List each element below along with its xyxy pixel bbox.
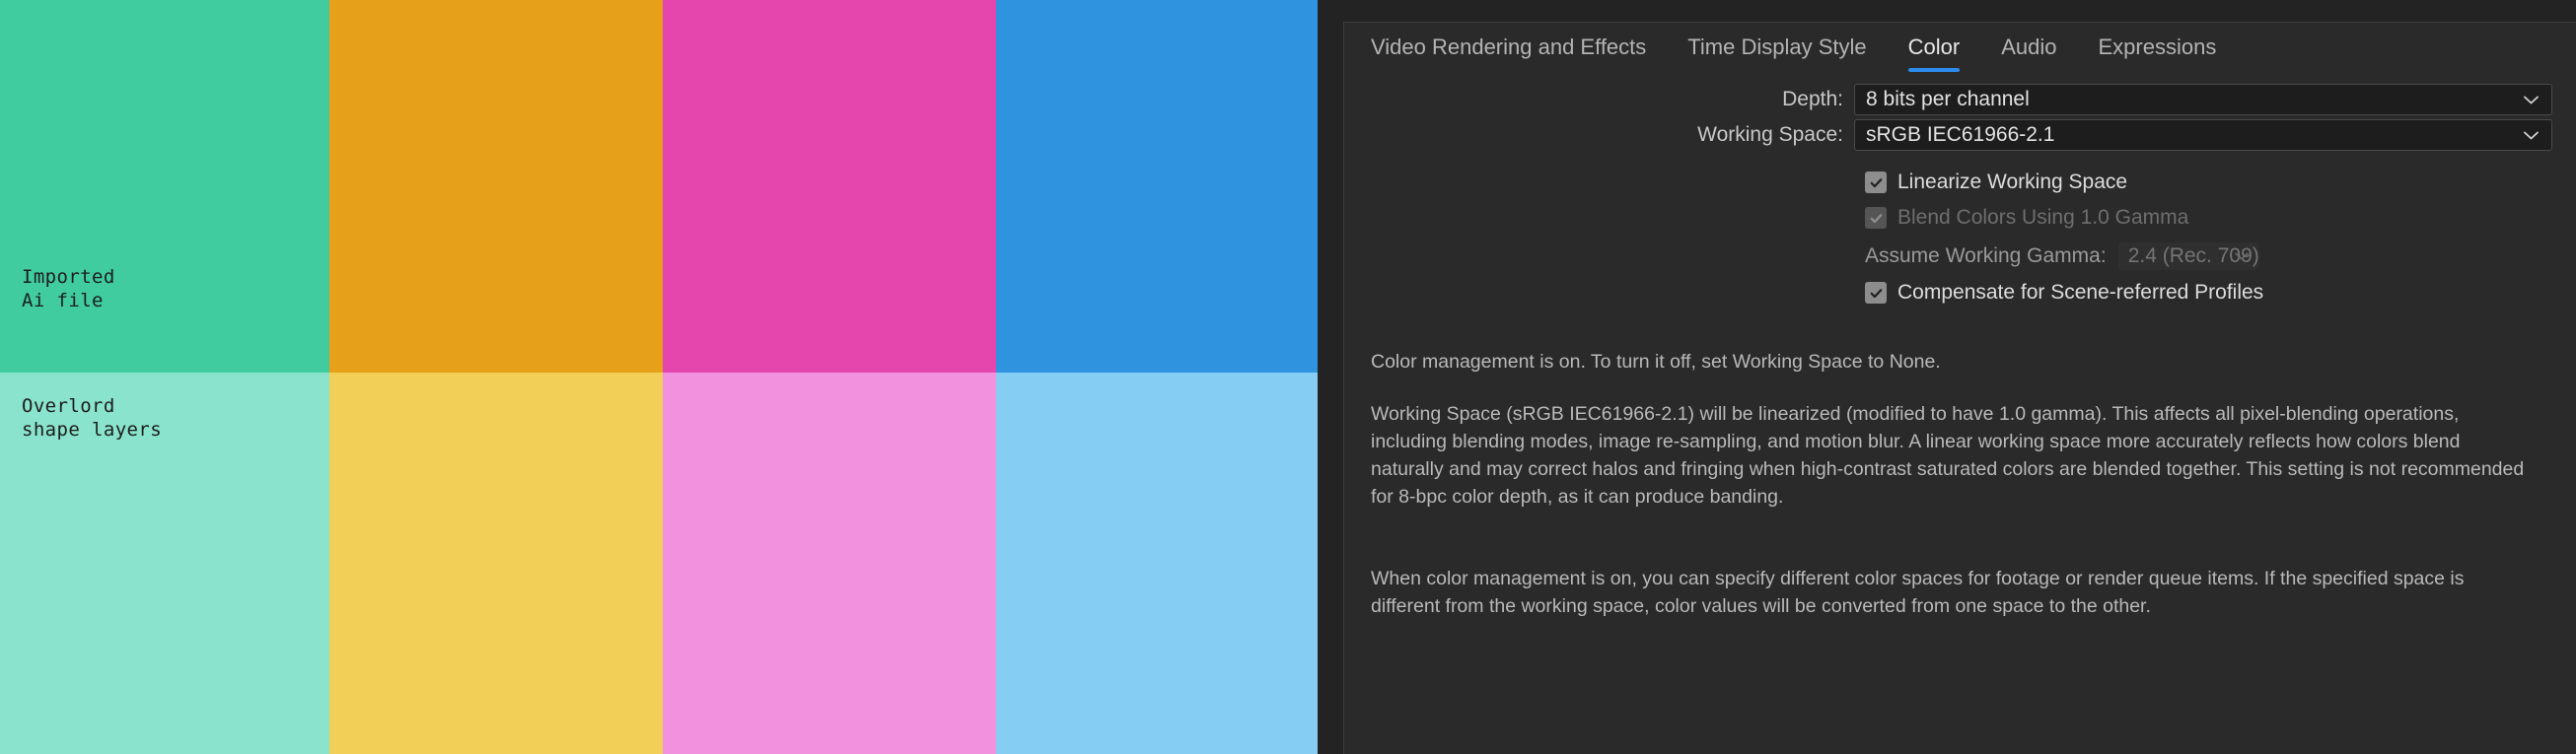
compensate-scene-referred-label: Compensate for Scene-referred Profiles [1897, 281, 2264, 304]
chevron-down-icon [2524, 96, 2539, 104]
chevron-down-icon [2524, 131, 2539, 140]
swatch-annotation-imported-ai-file: Imported Ai file [22, 266, 115, 311]
checkbox-linearize-working-space[interactable] [1865, 171, 1887, 193]
swatch-row-top: Imported Ai file [0, 0, 1318, 373]
assume-working-gamma-row: Assume Working Gamma: 2.4 (Rec. 709) [1865, 238, 2576, 275]
swatch-row-bottom: Overlord shape layers [0, 373, 1318, 754]
swatch-cell [663, 0, 996, 373]
swatch-cell [996, 0, 1318, 373]
swatch-cell [329, 373, 663, 754]
tab-expressions[interactable]: Expressions [2098, 34, 2216, 72]
depth-row: Depth: 8 bits per channel [1344, 84, 2576, 115]
chevron-down-icon [2235, 252, 2250, 261]
working-space-dropdown[interactable]: sRGB IEC61966-2.1 [1854, 119, 2552, 151]
checkbox-blend-colors-using-1-0-gamma [1865, 207, 1887, 229]
working-space-row: Working Space: sRGB IEC61966-2.1 [1344, 119, 2576, 151]
project-settings-panel: Video Rendering and Effects Time Display… [1318, 0, 2576, 754]
active-tab-underline [1907, 68, 1961, 72]
color-options-block: Linearize Working Space Blend Colors Usi… [1344, 155, 2576, 310]
tab-label: Video Rendering and Effects [1371, 34, 1647, 59]
swatch-cell [996, 373, 1318, 754]
swatch-cell [663, 373, 996, 754]
blend-colors-gamma-label: Blend Colors Using 1.0 Gamma [1897, 206, 2189, 229]
description-linearized-working-space: Working Space (sRGB IEC61966-2.1) will b… [1371, 403, 2525, 508]
app-root: Imported Ai file Overlord shape layers V… [0, 0, 2576, 754]
swatch-cell: Imported Ai file [0, 0, 329, 373]
checkbox-compensate-for-scene-referred-profiles[interactable] [1865, 282, 1887, 304]
settings-tab-bar: Video Rendering and Effects Time Display… [1344, 23, 2257, 84]
tab-label: Expressions [2098, 34, 2217, 59]
assume-working-gamma-label: Assume Working Gamma: [1865, 244, 2107, 267]
tab-audio[interactable]: Audio [2001, 34, 2056, 72]
color-settings-form: Depth: 8 bits per channel Working Space: [1344, 84, 2576, 310]
working-space-value: sRGB IEC61966-2.1 [1866, 123, 2055, 146]
tab-time-display-style[interactable]: Time Display Style [1687, 34, 1866, 72]
working-space-label: Working Space: [1697, 123, 1843, 146]
depth-dropdown[interactable]: 8 bits per channel [1854, 84, 2552, 115]
tab-color[interactable]: Color [1907, 34, 1961, 72]
tab-label: Audio [2001, 34, 2057, 59]
swatch-annotation-overlord-shape-layers: Overlord shape layers [22, 395, 163, 441]
tab-label: Color [1907, 34, 1961, 59]
swatch-cell: Overlord shape layers [0, 373, 329, 754]
blend-colors-gamma-row: Blend Colors Using 1.0 Gamma [1865, 200, 2576, 236]
tab-video-rendering-and-effects[interactable]: Video Rendering and Effects [1371, 34, 1646, 72]
panel-frame: Video Rendering and Effects Time Display… [1343, 22, 2576, 754]
description-color-management-status: Color management is on. To turn it off, … [1371, 351, 1941, 373]
color-swatch-grid: Imported Ai file Overlord shape layers [0, 0, 1318, 754]
depth-value: 8 bits per channel [1866, 88, 2030, 110]
description-area: Color management is on. To turn it off, … [1371, 348, 2534, 620]
compensate-scene-referred-row[interactable]: Compensate for Scene-referred Profiles [1865, 275, 2576, 310]
tab-label: Time Display Style [1687, 34, 1867, 59]
linearize-working-space-label: Linearize Working Space [1897, 171, 2128, 193]
linearize-working-space-row[interactable]: Linearize Working Space [1865, 165, 2576, 200]
description-color-spaces-conversion: When color management is on, you can spe… [1371, 568, 2465, 617]
depth-label: Depth: [1782, 88, 1843, 110]
assume-working-gamma-dropdown: 2.4 (Rec. 709) [2117, 242, 2259, 270]
swatch-cell [329, 0, 663, 373]
